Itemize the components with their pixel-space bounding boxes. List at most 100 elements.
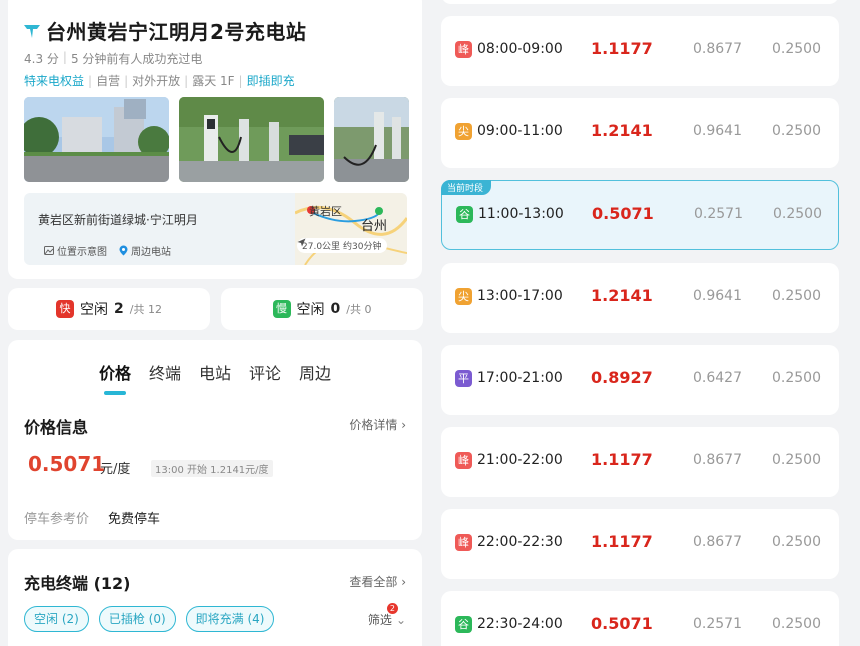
tag-benefit[interactable]: 特来电权益 <box>24 72 84 89</box>
next-price-note: 13:00 开始 1.2141元/度 <box>151 460 273 477</box>
mini-map[interactable]: 黄岩区 台州 27.0公里 约30分钟 <box>295 193 407 265</box>
period-electricity-fee: 0.8677 <box>693 534 742 550</box>
tab-nearby[interactable]: 周边 <box>299 360 331 384</box>
period-row: 平 17:00-21:00 0.8927 0.6427 0.2500 <box>441 345 839 415</box>
station-photos[interactable] <box>24 97 409 182</box>
rating: 4.3 分 <box>24 52 59 66</box>
divider: | <box>124 73 129 88</box>
period-type-badge: 尖 <box>455 288 472 305</box>
period-type-badge: 尖 <box>455 123 472 140</box>
period-service-fee: 0.2500 <box>772 534 821 550</box>
station-title: 台州黄岩宁江明月2号充电站 <box>46 20 307 44</box>
period-time: 09:00-11:00 <box>477 123 563 139</box>
chip-free[interactable]: 空闲 (2) <box>24 606 89 632</box>
price-info-title: 价格信息 <box>24 418 89 437</box>
location-box[interactable]: 黄岩区新前街道绿城·宁江明月 位置示意图 周边电站 黄岩区 台州 27.0公里 … <box>24 193 407 265</box>
price-detail-label: 价格详情 <box>349 418 398 432</box>
tab-station[interactable]: 电站 <box>199 360 231 384</box>
terminals-title: 充电终端 (12) <box>24 574 131 593</box>
period-total-price: 0.5071 <box>591 614 653 633</box>
period-type-badge: 峰 <box>455 534 472 551</box>
route-distance: 27.0公里 <box>302 242 341 252</box>
parking-label: 停车参考价 <box>24 512 90 527</box>
station-address: 黄岩区新前街道绿城·宁江明月 <box>38 213 198 227</box>
period-total-price: 1.2141 <box>591 121 653 140</box>
period-row: 谷 22:30-24:00 0.5071 0.2571 0.2500 <box>441 591 839 646</box>
chip-plugged[interactable]: 已插枪 (0) <box>98 606 176 632</box>
filter-button[interactable]: 筛选 2 ⌄ <box>368 603 406 628</box>
location-map-link[interactable]: 位置示意图 <box>44 243 107 258</box>
status-filter-chips: 空闲 (2) 已插枪 (0) 即将充满 (4) <box>24 606 275 632</box>
period-type-badge: 峰 <box>455 452 472 469</box>
period-total-price: 0.8927 <box>591 368 653 387</box>
tab-terminals[interactable]: 终端 <box>149 360 181 384</box>
chevron-right-icon: › <box>401 418 406 432</box>
divider: | <box>184 73 189 88</box>
period-electricity-fee: 0.2571 <box>693 616 742 632</box>
nearby-stations-label: 周边电站 <box>131 247 171 258</box>
current-price: 0.5071 <box>28 452 106 476</box>
fast-status-label: 空闲 <box>80 302 109 318</box>
period-time: 13:00-17:00 <box>477 288 563 304</box>
period-electricity-fee: 0.8677 <box>693 41 742 57</box>
recent-charge-note: 5 分钟前有人成功充过电 <box>70 52 203 66</box>
station-photo[interactable] <box>179 97 324 182</box>
price-period-list: 峰 08:00-09:00 1.1177 0.8677 0.2500 尖 09:00-11:… <box>440 0 840 646</box>
period-total-price: 1.1177 <box>591 39 653 58</box>
title-row: 台州黄岩宁江明月2号充电站 <box>22 16 306 45</box>
period-electricity-fee: 0.6427 <box>693 370 742 386</box>
period-time: 22:30-24:00 <box>477 616 563 632</box>
tab-price[interactable]: 价格 <box>99 360 131 384</box>
map-place-origin: 黄岩区 <box>309 205 342 218</box>
brand-logo-icon <box>24 24 40 38</box>
map-links: 位置示意图 周边电站 <box>44 243 171 258</box>
slow-status-label: 空闲 <box>296 302 325 318</box>
view-all-link[interactable]: 查看全部 › <box>349 573 406 590</box>
station-info-card: 台州黄岩宁江明月2号充电站 4.3 分 | 5 分钟前有人成功充过电 特来电权益… <box>8 0 422 279</box>
period-service-fee: 0.2500 <box>772 616 821 632</box>
period-time: 08:00-09:00 <box>477 41 563 57</box>
period-service-fee: 0.2500 <box>772 123 821 139</box>
fast-total: /共 12 <box>129 303 162 316</box>
filter-count-badge: 2 <box>386 603 398 614</box>
tag-plug-and-charge[interactable]: 即插即充 <box>247 72 295 89</box>
price-card: 价格 终端 电站 评论 周边 价格信息 价格详情 › 0.5071 元/度 13… <box>8 340 422 540</box>
period-type-badge: 谷 <box>455 616 472 633</box>
tab-reviews[interactable]: 评论 <box>249 360 281 384</box>
chip-almost-full[interactable]: 即将充满 (4) <box>185 606 275 632</box>
tag-outdoor: 露天 1F <box>192 74 235 88</box>
period-service-fee: 0.2500 <box>773 206 822 222</box>
price-detail-link[interactable]: 价格详情 › <box>349 416 406 433</box>
station-photo[interactable] <box>334 97 409 182</box>
station-photo[interactable] <box>24 97 169 182</box>
route-info[interactable]: 27.0公里 约30分钟 <box>297 238 387 253</box>
period-total-price: 1.2141 <box>591 286 653 305</box>
fast-free-count: 2 <box>114 301 124 317</box>
current-period-tag: 当前时段 <box>441 180 492 195</box>
period-total-price: 0.5071 <box>592 204 654 223</box>
period-electricity-fee: 0.9641 <box>693 123 742 139</box>
navigate-arrow-icon <box>297 238 306 247</box>
fast-charger-status[interactable]: 快 空闲 2 /共 12 <box>8 288 210 330</box>
station-detail-panel: 台州黄岩宁江明月2号充电站 4.3 分 | 5 分钟前有人成功充过电 特来电权益… <box>8 0 423 646</box>
image-icon <box>44 246 54 255</box>
period-row-current: 当前时段谷 11:00-13:00 0.5071 0.2571 0.2500 <box>441 180 839 250</box>
period-electricity-fee: 0.2571 <box>694 206 743 222</box>
period-time: 22:00-22:30 <box>477 534 563 550</box>
period-service-fee: 0.2500 <box>772 370 821 386</box>
location-map-label: 位置示意图 <box>57 247 107 258</box>
price-unit: 元/度 <box>100 462 131 477</box>
period-time: 11:00-13:00 <box>478 206 564 222</box>
period-row: 峰 21:00-22:00 1.1177 0.8677 0.2500 <box>441 427 839 497</box>
period-service-fee: 0.2500 <box>772 41 821 57</box>
period-type-badge: 平 <box>455 370 472 387</box>
slow-charger-status[interactable]: 慢 空闲 0 /共 0 <box>221 288 423 330</box>
nearby-stations-link[interactable]: 周边电站 <box>119 243 171 258</box>
fast-badge: 快 <box>56 300 75 318</box>
slow-badge: 慢 <box>272 300 291 318</box>
period-row: 尖 09:00-11:00 1.2141 0.9641 0.2500 <box>441 98 839 168</box>
previous-row-edge <box>441 0 839 4</box>
period-time: 17:00-21:00 <box>477 370 563 386</box>
map-place-destination: 台州 <box>361 219 388 234</box>
location-pin-icon <box>119 245 128 256</box>
